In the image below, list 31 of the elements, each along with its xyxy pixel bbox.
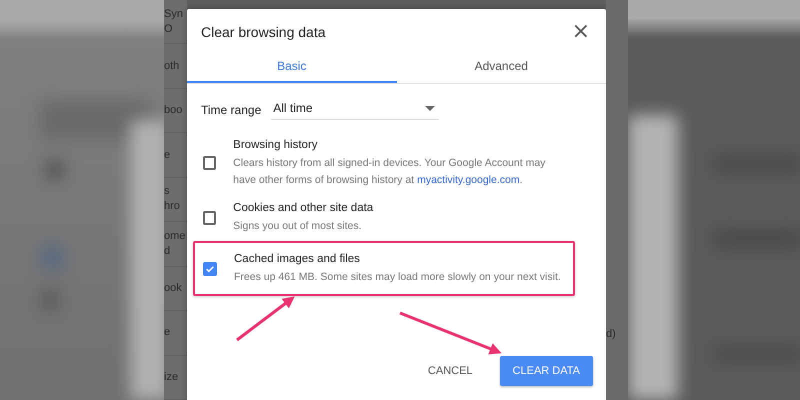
item-title: Browsing history [233, 138, 319, 153]
item-title: Cookies and other site data [233, 201, 374, 216]
checkbox[interactable] [203, 210, 216, 224]
setting-text: Syn [164, 6, 184, 22]
setting-text: e [164, 148, 172, 163]
setting-text: s [164, 184, 170, 200]
caret-icon [425, 106, 436, 110]
setting-text: oth [164, 58, 180, 74]
setting-text: hro [164, 199, 181, 214]
checkbox[interactable] [203, 156, 216, 170]
dialog-title: Clear browsing data [201, 24, 326, 40]
item-description: Clears history from all signed-in devices. Your Google Account may have other forms of browsing history at myactivity.google.com. [233, 156, 546, 188]
setting-text: boo [164, 103, 184, 118]
setting-text: ome [164, 228, 186, 244]
item-title: Cached images and files [234, 252, 361, 267]
time-range-label: Time range [201, 102, 262, 116]
close-button[interactable]: × [568, 21, 594, 43]
item-description: Frees up 461 MB. Some sites may load more slowly on your next visit. [234, 270, 562, 285]
setting-text: O [164, 22, 174, 37]
setting-text: d) [606, 328, 616, 340]
time-range-dropdown[interactable]: All time [271, 99, 440, 120]
tab[interactable]: Basic [187, 51, 396, 83]
cancel-button[interactable]: CANCEL [414, 356, 486, 386]
checkbox[interactable] [203, 262, 217, 276]
item-description: Signs you out of most sites. [233, 219, 363, 234]
setting-text: ize [164, 370, 180, 385]
setting-text: d [164, 244, 172, 259]
setting-text: ook [164, 280, 183, 296]
tab[interactable]: Advanced [396, 51, 606, 83]
activity-link[interactable]: myactivity.google.com [417, 174, 520, 186]
setting-text: e [164, 325, 172, 340]
